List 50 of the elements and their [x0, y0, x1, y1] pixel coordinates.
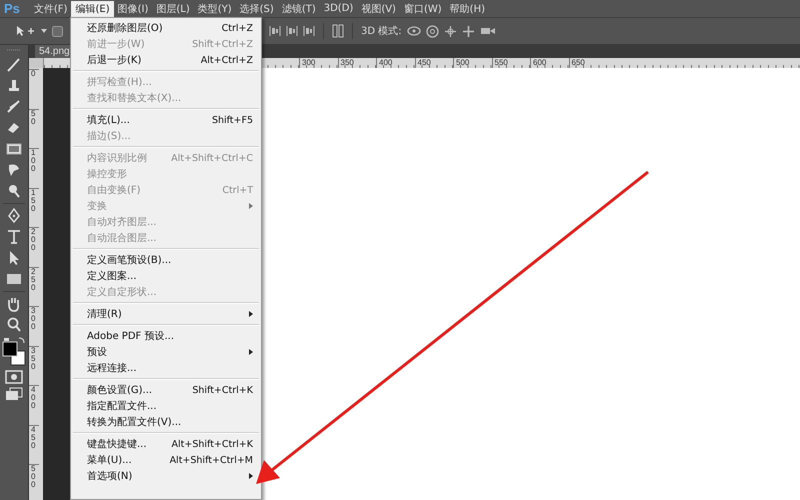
- menu-entry[interactable]: 填充(L)... Shift+F5: [71, 112, 261, 128]
- menu-item[interactable]: 视图(V): [357, 0, 400, 16]
- app-logo: Ps: [3, 1, 21, 16]
- checkbox-icon[interactable]: [52, 26, 63, 36]
- menu-entry[interactable]: 还原删除图层(O) Ctrl+Z: [71, 20, 261, 36]
- color-swatches-icon[interactable]: [1, 337, 27, 367]
- menu-item[interactable]: 图像(I): [114, 0, 152, 16]
- menu-item[interactable]: 窗口(W): [400, 0, 446, 16]
- ruler-label: 400: [29, 385, 39, 424]
- menu-item[interactable]: 帮助(H): [446, 0, 489, 16]
- menu-item[interactable]: 选择(S): [236, 0, 278, 16]
- ruler-label: 350: [29, 346, 39, 385]
- camera-icon[interactable]: [480, 26, 496, 36]
- menu-item[interactable]: 类型(Y): [194, 0, 236, 16]
- ruler-label: 250: [29, 266, 39, 306]
- ruler-corner: [29, 58, 44, 68]
- menu-entry[interactable]: Adobe PDF 预设...: [71, 328, 261, 344]
- align-icon[interactable]: [269, 25, 281, 37]
- menu-entry[interactable]: 转换为配置文件(V)...: [71, 414, 261, 430]
- menu-item[interactable]: 文件(F): [30, 0, 72, 16]
- ruler-label: 300: [29, 306, 39, 346]
- menu-entry[interactable]: 清理(R): [71, 306, 261, 322]
- ruler-label: 200: [29, 227, 39, 266]
- menu-entry[interactable]: 键盘快捷键... Alt+Shift+Ctrl+K: [71, 436, 261, 452]
- menu-entry[interactable]: 菜单(U)... Alt+Shift+Ctrl+M: [71, 452, 261, 468]
- align-icon[interactable]: [286, 25, 298, 37]
- move-tool-icon[interactable]: [14, 24, 36, 38]
- menu-entry[interactable]: 首选项(N): [71, 468, 261, 484]
- ruler-label: 100: [29, 148, 39, 188]
- menu-item[interactable]: 图层(L): [152, 0, 194, 16]
- align-icon[interactable]: [303, 25, 315, 37]
- mode-label: 3D 模式:: [361, 24, 402, 38]
- menu-item[interactable]: 3D(D): [320, 2, 358, 15]
- menu-entry[interactable]: 指定配置文件...: [71, 398, 261, 414]
- menu-item[interactable]: 滤镜(T): [278, 0, 320, 16]
- menu-entry[interactable]: 颜色设置(G)... Shift+Ctrl+K: [71, 382, 261, 398]
- ruler-label: 500: [29, 464, 39, 500]
- menu-item[interactable]: 编辑(E): [71, 0, 114, 16]
- dropdown-caret-icon[interactable]: [41, 29, 47, 33]
- ruler-label: 150: [29, 188, 39, 227]
- menu-entry[interactable]: 定义图案...: [71, 268, 261, 284]
- zoom-icon[interactable]: [5, 316, 23, 334]
- type-icon[interactable]: [5, 228, 23, 246]
- panel-grip-icon: [6, 47, 22, 53]
- ruler-label: 450: [29, 424, 39, 464]
- menu-entry[interactable]: 远程连接...: [71, 360, 261, 376]
- menu-entry[interactable]: 定义画笔预设(B)...: [71, 252, 261, 268]
- ruler-label: 0: [29, 69, 39, 108]
- ruler-label: 50: [29, 108, 39, 148]
- menu-entry[interactable]: 预设: [71, 344, 261, 360]
